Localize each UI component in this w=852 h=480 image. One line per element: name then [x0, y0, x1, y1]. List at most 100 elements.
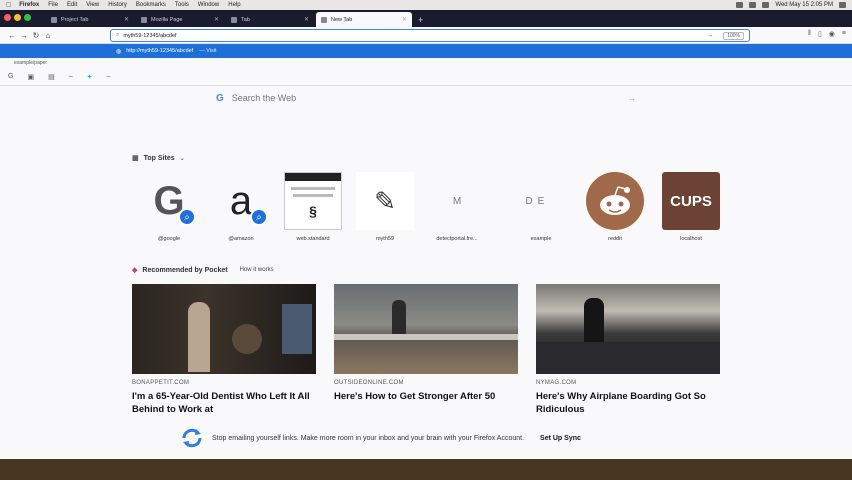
tab-3[interactable]: Tab ✕ [226, 12, 314, 27]
site-letter: E [537, 195, 545, 207]
bookmark-dash-icon[interactable]: – [69, 73, 73, 80]
sync-message: Stop emailing yourself links. Make more … [212, 434, 525, 442]
runner-silhouette [392, 300, 406, 336]
top-site-web-standard[interactable]: § web.standard [276, 172, 350, 242]
web-search-box[interactable]: G Search the Web → [216, 90, 636, 106]
sync-promo: Stop emailing yourself links. Make more … [180, 426, 700, 450]
site-label: @amazon [228, 236, 254, 242]
site-label: @google [157, 236, 181, 242]
menu-help[interactable]: Help [228, 2, 240, 8]
search-shortcut-icon: ⌕ [250, 208, 268, 226]
minimize-window-icon[interactable] [14, 14, 21, 21]
url-suggestion-row[interactable]: ◍ http://myth59-12345/abcdef — Visit [0, 44, 852, 58]
menu-bookmarks[interactable]: Bookmarks [136, 2, 166, 8]
menubar-status-area: Wed May 15 2:05 PM [736, 2, 846, 8]
site-label: web.standard [296, 236, 330, 242]
go-arrow-icon[interactable]: → [706, 32, 713, 39]
pocket-title: Recommended by Pocket [142, 266, 228, 274]
top-site-reddit[interactable]: reddit [578, 172, 652, 242]
site-tile [586, 172, 644, 230]
top-site-localhost[interactable]: CUPS localhost [654, 172, 728, 242]
apple-menu-icon[interactable]:  [6, 2, 11, 9]
reddit-alien-icon [600, 186, 630, 215]
tab-title: Mozilla Page [151, 16, 183, 23]
sidebar-icon[interactable]: ▯ [818, 30, 822, 38]
twitter-bird-icon[interactable]: ✦ [87, 73, 93, 81]
tab-favicon-icon [231, 16, 237, 23]
story-title[interactable]: Here's How to Get Stronger After 50 [334, 390, 518, 403]
how-it-works-link[interactable]: How it works [240, 267, 274, 273]
menu-tools[interactable]: Tools [175, 2, 189, 8]
tab-2[interactable]: Mozilla Page ✕ [136, 12, 224, 27]
story-card[interactable]: OUTSIDEONLINE.COM Here's How to Get Stro… [334, 284, 518, 403]
account-icon[interactable]: ◉ [829, 30, 835, 38]
home-icon[interactable]: ⌂ [42, 31, 54, 40]
top-sites-grid: G ⌕ @google a ⌕ @amazon § web.standard ✎ [132, 172, 732, 244]
story-card[interactable]: NYMAG.COM Here's Why Airplane Boarding G… [536, 284, 720, 416]
sync-arrows-icon [180, 426, 204, 450]
horizon-line [334, 334, 518, 340]
bookmark-page-icon[interactable]: ▣ [27, 73, 34, 81]
story-card[interactable]: BONAPPETIT.COM I'm a 65-Year-Old Dentist… [132, 284, 316, 416]
bookmark-dash-icon[interactable]: – [106, 73, 110, 80]
url-input[interactable]: myth59-12345/abcdef [123, 33, 176, 39]
tab-strip: Project Tab ✕ Mozilla Page ✕ Tab ✕ New T… [0, 10, 852, 27]
menu-firefox[interactable]: Firefox [19, 2, 39, 8]
menubar-clock[interactable]: Wed May 15 2:05 PM [775, 2, 833, 8]
close-window-icon[interactable] [4, 14, 11, 21]
story-source: BONAPPETIT.COM [132, 380, 190, 386]
window-shape [282, 304, 312, 354]
setup-sync-link[interactable]: Set Up Sync [540, 435, 581, 442]
tab-close-icon[interactable]: ✕ [402, 16, 407, 23]
menu-edit[interactable]: Edit [67, 2, 77, 8]
menu-file[interactable]: File [48, 2, 58, 8]
new-tab-plus-icon[interactable]: + [418, 15, 423, 25]
zoom-window-icon[interactable] [24, 14, 31, 21]
reload-icon[interactable]: ↻ [30, 31, 42, 40]
tab-favicon-icon [51, 16, 57, 23]
spotlight-icon[interactable] [839, 2, 846, 8]
site-tile: E [512, 172, 570, 230]
tab-1[interactable]: Project Tab ✕ [46, 12, 134, 27]
site-tile: M [428, 172, 486, 230]
search-arrow-icon[interactable]: → [627, 93, 636, 103]
back-arrow-icon[interactable]: ← [6, 31, 18, 40]
menu-history[interactable]: History [108, 2, 127, 8]
forward-arrow-icon[interactable]: → [18, 31, 30, 40]
thumbnail-line [293, 194, 333, 197]
site-label: detectportal.fre... [436, 236, 478, 242]
site-thumbnail: ✎ [356, 172, 414, 230]
menu-view[interactable]: View [86, 2, 99, 8]
bookmark-doc-icon[interactable]: ▤ [48, 73, 55, 81]
battery-icon[interactable] [749, 2, 757, 8]
menu-window[interactable]: Window [198, 2, 219, 8]
thumbnail-line [290, 187, 336, 190]
tab-close-icon[interactable]: ✕ [304, 16, 309, 23]
tab-close-icon[interactable]: ✕ [124, 16, 129, 23]
hamburger-menu-icon[interactable]: ≡ [842, 30, 846, 38]
chevron-down-icon[interactable]: ⌄ [180, 155, 185, 162]
tab-new-tab[interactable]: New Tab ✕ [316, 12, 412, 27]
story-title[interactable]: I'm a 65-Year-Old Dentist Who Left It Al… [132, 390, 316, 416]
pocket-header: ◆ Recommended by Pocket How it works [132, 266, 274, 275]
story-title[interactable]: Here's Why Airplane Boarding Got So Ridi… [536, 390, 720, 416]
new-tab-page: G Search the Web → ▦ Top Sites ⌄ G ⌕ @go… [0, 86, 852, 459]
top-site-example[interactable]: E example [504, 172, 578, 243]
top-site-amazon[interactable]: a ⌕ @amazon [204, 172, 278, 242]
story-image [132, 284, 316, 374]
site-thumbnail: § [284, 172, 342, 230]
zoom-level[interactable]: 100% [723, 31, 744, 40]
url-bar[interactable]: ⌕ myth59-12345/abcdef → 100% [110, 29, 750, 42]
tab-close-icon[interactable]: ✕ [214, 16, 219, 23]
site-label: example [530, 236, 552, 242]
tab-title: Project Tab [61, 16, 89, 23]
top-site-myth59[interactable]: ✎ myth59 [348, 172, 422, 242]
bookmark-google-icon[interactable]: G [8, 73, 13, 80]
wifi-icon[interactable] [736, 2, 744, 8]
volume-icon[interactable] [762, 2, 770, 8]
library-icon[interactable]: ‖ [808, 30, 811, 38]
top-site-detectportal[interactable]: M detectportal.fre... [420, 172, 494, 243]
top-sites-header[interactable]: ▦ Top Sites ⌄ [132, 154, 185, 163]
top-site-google[interactable]: G ⌕ @google [132, 172, 206, 242]
person-silhouette [188, 302, 210, 372]
